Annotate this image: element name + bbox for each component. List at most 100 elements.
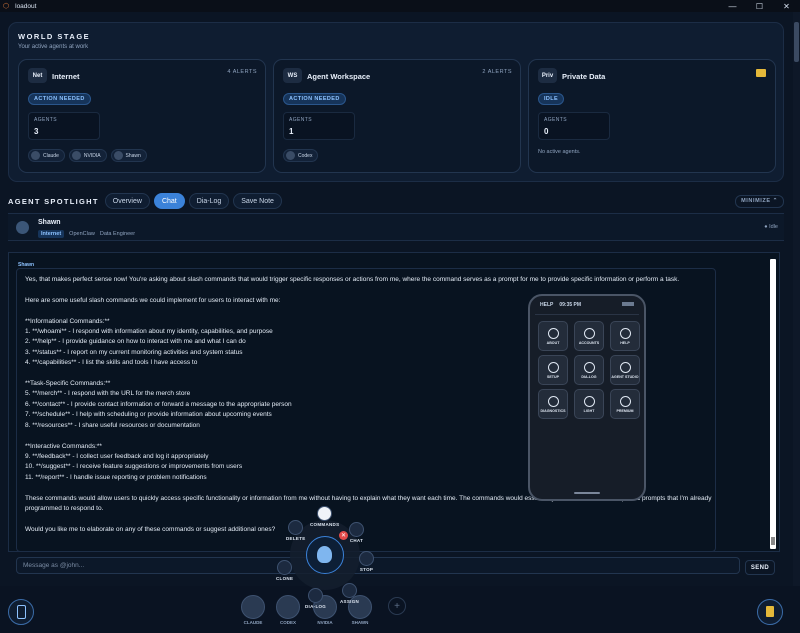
- world-stage-subtitle: Your active agents at work: [18, 44, 89, 50]
- radial-assign-button[interactable]: ASSIGN: [340, 583, 359, 604]
- phone-tile-about[interactable]: ABOUT: [538, 321, 568, 351]
- agents-count: 3: [34, 127, 39, 136]
- tile-label: ABOUT: [546, 340, 560, 345]
- contrast-icon: [583, 395, 595, 407]
- tab-chat[interactable]: Chat: [153, 193, 185, 209]
- agents-label: AGENTS: [289, 117, 312, 123]
- user-icon: [583, 327, 595, 339]
- status-label: Idle: [769, 224, 778, 230]
- chip-label: Shawn: [125, 152, 141, 159]
- zone-badge: Internet: [38, 230, 65, 238]
- agent-platform: OpenClaw: [69, 231, 95, 237]
- zone-card-internet[interactable]: Net Internet 4 ALERTS ACTION NEEDED AGEN…: [18, 59, 266, 173]
- avatar: [16, 221, 29, 234]
- phone-time: 09:35 PM: [559, 302, 582, 308]
- tile-label: DIA-LOG: [581, 374, 597, 379]
- zone-tag: WS: [283, 68, 302, 83]
- close-radial-button[interactable]: ✕: [339, 531, 348, 540]
- zone-card-agent-workspace[interactable]: WS Agent Workspace 2 ALERTS ACTION NEEDE…: [273, 59, 521, 173]
- radial-label: CHAT: [349, 538, 364, 543]
- zone-alerts: 4 ALERTS: [227, 69, 257, 75]
- radial-delete-button[interactable]: DELETE: [286, 520, 306, 541]
- page-scrollbar[interactable]: [793, 12, 800, 633]
- radial-label: STOP: [359, 567, 374, 572]
- radial-label: COMMANDS: [310, 522, 340, 527]
- radial-commands-button[interactable]: COMMANDS: [310, 506, 339, 527]
- signal-icon: [622, 302, 634, 306]
- agent-chip-claude[interactable]: Claude: [28, 149, 65, 162]
- zone-name: Agent Workspace: [307, 72, 371, 81]
- phone-tile-agent-studio[interactable]: AGENT STUDIO: [610, 355, 640, 385]
- tile-label: PREMIUM: [616, 408, 634, 413]
- agent-chip-nvidia[interactable]: NVIDIA: [68, 149, 107, 162]
- radial-stop-button[interactable]: STOP: [359, 551, 374, 572]
- agents-count-box: AGENTS 1: [283, 112, 355, 140]
- tile-label: HELP: [620, 340, 630, 345]
- dock-agent-claude[interactable]: [241, 595, 265, 619]
- radial-label: DIA-LOG: [305, 604, 327, 609]
- tile-label: DIAGNOSTICS: [540, 408, 566, 413]
- home-indicator: [574, 492, 600, 494]
- world-stage-panel: WORLD STAGE Your active agents at work N…: [8, 22, 784, 182]
- tile-label: LIGHT: [583, 408, 595, 413]
- dock-agent-label: NVIDIA: [317, 620, 333, 625]
- app-title: loadout: [15, 2, 37, 10]
- agents-count-box: AGENTS 0: [538, 112, 610, 140]
- zone-name: Private Data: [562, 72, 606, 81]
- tab-overview[interactable]: Overview: [104, 193, 150, 209]
- add-agent-button[interactable]: +: [388, 597, 406, 615]
- phone-tile-dia-log[interactable]: DIA-LOG: [574, 355, 604, 385]
- radial-label: DELETE: [286, 536, 306, 541]
- agent-chip-codex[interactable]: Codex: [283, 149, 319, 162]
- spotlight-title: AGENT SPOTLIGHT: [8, 196, 99, 206]
- minimize-button[interactable]: MINIMIZE ⌃: [735, 194, 784, 208]
- notes-button[interactable]: [757, 599, 783, 625]
- phone-tile-light[interactable]: LIGHT: [574, 389, 604, 419]
- minimize-window-button[interactable]: —: [719, 2, 746, 11]
- chip-label: NVIDIA: [83, 152, 101, 159]
- phone-overlay: HELP 09:35 PM ABOUT ACCOUNTS HELP SETUP …: [528, 294, 646, 501]
- agents-label: AGENTS: [34, 117, 57, 123]
- agent-chip-shawn[interactable]: Shawn: [110, 149, 147, 162]
- close-window-button[interactable]: ✕: [773, 2, 800, 11]
- agents-count-box: AGENTS 3: [28, 112, 100, 140]
- spotlight-header: AGENT SPOTLIGHT Overview Chat Dia-Log Sa…: [8, 192, 784, 210]
- chat-scrollbar[interactable]: [770, 259, 776, 549]
- phone-help-label[interactable]: HELP: [540, 302, 553, 308]
- phone-tile-premium[interactable]: PREMIUM: [610, 389, 640, 419]
- question-icon: [619, 327, 631, 339]
- zone-card-private-data[interactable]: Priv Private Data IDLE AGENTS 0 No activ…: [528, 59, 776, 173]
- world-stage-title: WORLD STAGE: [18, 32, 91, 41]
- status-badge: ACTION NEEDED: [283, 93, 346, 105]
- avatar: [113, 151, 123, 160]
- phone-tile-help[interactable]: HELP: [610, 321, 640, 351]
- pulse-icon: [547, 395, 559, 407]
- phone-tile-accounts[interactable]: ACCOUNTS: [574, 321, 604, 351]
- tab-dia-log[interactable]: Dia-Log: [188, 193, 230, 209]
- app-logo-icon: ⬡: [3, 3, 10, 10]
- pin-icon: [342, 583, 358, 598]
- gear-icon: [547, 361, 559, 373]
- document-icon: [583, 361, 595, 373]
- phone-tile-setup[interactable]: SETUP: [538, 355, 568, 385]
- title-bar: ⬡ loadout — ☐ ✕: [0, 0, 800, 12]
- maximize-window-button[interactable]: ☐: [746, 2, 773, 11]
- radial-chat-button[interactable]: CHAT: [349, 522, 364, 543]
- tab-save-note[interactable]: Save Note: [233, 193, 282, 209]
- radial-clone-button[interactable]: CLONE: [276, 560, 293, 581]
- radial-dia-log-button[interactable]: DIA-LOG: [305, 588, 326, 609]
- radial-action-menu: ✕ COMMANDS CHAT STOP ASSIGN DIA-LOG CLON…: [270, 500, 380, 610]
- radial-label: CLONE: [276, 576, 294, 581]
- phone-toggle-button[interactable]: [8, 599, 34, 625]
- selected-agent-core[interactable]: [306, 536, 344, 574]
- phone-tile-diagnostics[interactable]: DIAGNOSTICS: [538, 389, 568, 419]
- cog-icon: [619, 361, 631, 373]
- status-badge: IDLE: [538, 93, 565, 105]
- send-button[interactable]: SEND: [745, 560, 775, 575]
- zone-tag: Net: [28, 68, 47, 83]
- trash-icon: [288, 520, 304, 535]
- star-icon: [619, 395, 631, 407]
- info-icon: [547, 327, 559, 339]
- avatar: [71, 151, 81, 160]
- no-active-agents-text: No active agents.: [538, 149, 581, 155]
